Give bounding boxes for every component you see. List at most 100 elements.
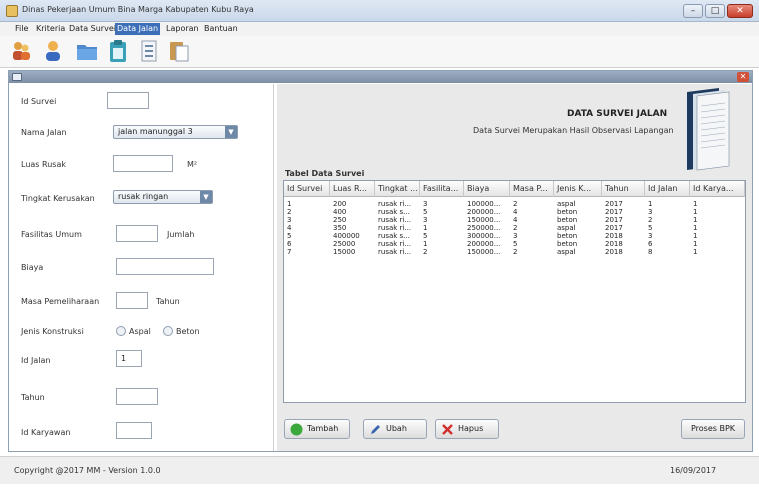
column-header[interactable]: Id Jalan [645, 181, 690, 197]
nama-jalan-select[interactable]: jalan manunggal 3 ▼ [113, 125, 238, 139]
tambah-button[interactable]: Tambah [284, 419, 350, 439]
table-cell: 1 [693, 240, 698, 248]
luas-rusak-field[interactable] [113, 155, 173, 172]
user-icon[interactable] [42, 39, 64, 63]
table-cell: 200000... [467, 208, 501, 216]
column-header[interactable]: Masa P... [510, 181, 554, 197]
menu-data-survei[interactable]: Data Survei [67, 23, 118, 35]
table-cell: 2 [513, 200, 518, 208]
table-cell: 2017 [605, 216, 623, 224]
column-header[interactable]: Id Survei [284, 181, 330, 197]
hapus-label: Hapus [458, 424, 484, 433]
tingkat-kerusakan-select[interactable]: rusak ringan ▼ [113, 190, 213, 204]
column-header[interactable]: Jenis K... [554, 181, 602, 197]
add-icon [290, 423, 303, 436]
menu-bantuan[interactable]: Bantuan [202, 23, 240, 35]
internal-frame-titlebar: ✕ [9, 71, 752, 83]
document-list-icon[interactable] [138, 39, 160, 63]
aspal-radio[interactable] [116, 326, 126, 336]
table-row[interactable]: 2 400 rusak s... 5 200000... 4 beton 2017 3 1 [284, 208, 745, 216]
column-header[interactable]: Tahun [602, 181, 645, 197]
table-cell: 6 [648, 240, 653, 248]
hapus-button[interactable]: Hapus [435, 419, 499, 439]
table-row[interactable]: 6 25000 rusak ri... 1 200000... 5 beton 2018 6 1 [284, 240, 745, 248]
table-cell: beton [557, 240, 578, 248]
beton-radio[interactable] [163, 326, 173, 336]
table-cell: 2 [287, 208, 292, 216]
table-cell: 1 [287, 200, 292, 208]
close-button[interactable]: ✕ [727, 4, 753, 18]
table-cell: 1 [693, 224, 698, 232]
menu-file[interactable]: File [13, 23, 30, 35]
table-row[interactable]: 1 200 rusak ri... 3 100000... 2 aspal 2017 1 1 [284, 200, 745, 208]
table-cell: 400 [333, 208, 347, 216]
tingkat-kerusakan-label: Tingkat Kerusakan [21, 194, 95, 203]
internal-frame: ✕ Id Survei Nama Jalan jalan manunggal 3… [8, 70, 753, 452]
table-cell: 8 [648, 248, 653, 256]
chevron-down-icon: ▼ [225, 126, 237, 138]
pencil-icon [371, 425, 380, 434]
table-header: Id Survei Luas R... Tingkat ... Fasilita...… [284, 181, 745, 197]
survey-table[interactable]: Id Survei Luas R... Tingkat ... Fasilita...… [283, 180, 746, 403]
menu-bar: File Kriteria Data Survei Data Jalan Lap… [0, 22, 759, 36]
table-cell: rusak ri... [378, 248, 412, 256]
column-header[interactable]: Tingkat ... [375, 181, 420, 197]
table-cell: 5 [423, 208, 428, 216]
menu-kriteria[interactable]: Kriteria [34, 23, 67, 35]
tahun-field[interactable] [116, 388, 158, 405]
table-row[interactable]: 4 350 rusak ri... 1 250000... 2 aspal 2017 5 1 [284, 224, 745, 232]
table-cell: rusak s... [378, 208, 410, 216]
table-row[interactable]: 5 400000 rusak s... 5 300000... 3 beton 2018 3 1 [284, 232, 745, 240]
beton-radio-label: Beton [176, 327, 200, 336]
biaya-field[interactable] [116, 258, 214, 275]
jenis-konstruksi-label: Jenis Konstruksi [21, 327, 84, 336]
table-cell: 15000 [333, 248, 356, 256]
luas-unit: M² [187, 160, 198, 169]
menu-laporan[interactable]: Laporan [164, 23, 201, 35]
id-survei-field[interactable] [107, 92, 149, 109]
id-jalan-field[interactable]: 1 [116, 350, 142, 367]
table-cell: 250 [333, 216, 347, 224]
table-cell: 6 [287, 240, 292, 248]
fasilitas-umum-field[interactable] [116, 225, 158, 242]
id-karyawan-field[interactable] [116, 422, 152, 439]
column-header[interactable]: Biaya [464, 181, 510, 197]
table-cell: 5 [648, 224, 653, 232]
users-icon[interactable] [10, 39, 32, 63]
paste-icon[interactable] [168, 39, 190, 63]
folder-icon[interactable] [76, 39, 98, 63]
table-cell: 2018 [605, 232, 623, 240]
menu-data-jalan[interactable]: Data Jalan [115, 23, 161, 35]
table-row[interactable]: 3 250 rusak ri... 3 150000... 4 beton 2017 2 1 [284, 216, 745, 224]
status-date: 16/09/2017 [670, 466, 717, 475]
table-cell: 3 [648, 232, 653, 240]
table-cell: 3 [287, 216, 292, 224]
nama-jalan-label: Nama Jalan [21, 128, 67, 137]
table-cell: 1 [693, 232, 698, 240]
table-cell: 300000... [467, 232, 501, 240]
table-cell: 2018 [605, 240, 623, 248]
column-header[interactable]: Fasilita... [420, 181, 464, 197]
toolbar [0, 36, 759, 68]
frame-close-button[interactable]: ✕ [737, 72, 749, 82]
minimize-button[interactable]: – [683, 4, 703, 18]
status-bar: Copyright @2017 MM - Version 1.0.0 16/09… [0, 456, 759, 484]
column-header[interactable]: Id Karya... [690, 181, 745, 197]
proses-bpk-button[interactable]: Proses BPK [681, 419, 745, 439]
maximize-button[interactable]: □ [705, 4, 725, 18]
table-cell: rusak ri... [378, 240, 412, 248]
table-cell: 200 [333, 200, 347, 208]
clipboard-icon[interactable] [107, 39, 129, 63]
table-cell: rusak s... [378, 232, 410, 240]
column-header[interactable]: Luas R... [330, 181, 375, 197]
masa-pemeliharaan-field[interactable] [116, 292, 148, 309]
page-subtitle: Data Survei Merupakan Hasil Observasi La… [473, 126, 674, 135]
copyright-text: Copyright @2017 MM - Version 1.0.0 [14, 466, 161, 475]
ubah-button[interactable]: Ubah [363, 419, 427, 439]
table-cell: 4 [287, 224, 292, 232]
frame-menu-icon[interactable] [12, 73, 22, 81]
table-cell: 1 [423, 240, 428, 248]
table-row[interactable]: 7 15000 rusak ri... 2 150000... 2 aspal 2018 8 1 [284, 248, 745, 256]
table-caption: Tabel Data Survei [285, 169, 365, 178]
tambah-label: Tambah [307, 424, 339, 433]
